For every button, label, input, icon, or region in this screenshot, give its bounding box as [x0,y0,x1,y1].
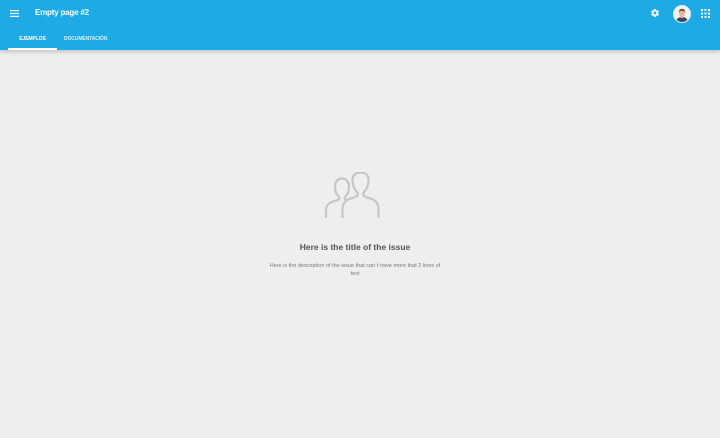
empty-state: Here is the title of the issue Here is t… [255,172,455,278]
empty-state-description: Here is the description of the issue tha… [269,263,441,277]
app-bar: Empty page #2 Ejemplos Docum [0,0,720,50]
settings-icon [651,9,659,17]
tab-ejemplos-label: Ejemplos [19,36,46,42]
page-title: Empty page #2 [35,8,89,17]
tab-documentacion[interactable]: Documentación [57,28,107,50]
avatar-image [674,6,690,22]
menu-button[interactable] [6,5,22,21]
settings-button[interactable] [647,5,663,21]
empty-state-title: Here is the title of the issue [299,242,411,252]
tab-documentacion-label: Documentación [64,36,108,42]
user-avatar[interactable] [673,5,691,23]
apps-grid-icon [700,8,710,18]
menu-icon [9,9,19,17]
tab-bar: Ejemplos Documentación [8,28,107,50]
people-icon [324,172,380,219]
tab-ejemplos[interactable]: Ejemplos [8,28,57,50]
apps-button[interactable] [697,5,713,21]
active-tab-indicator [8,48,57,50]
